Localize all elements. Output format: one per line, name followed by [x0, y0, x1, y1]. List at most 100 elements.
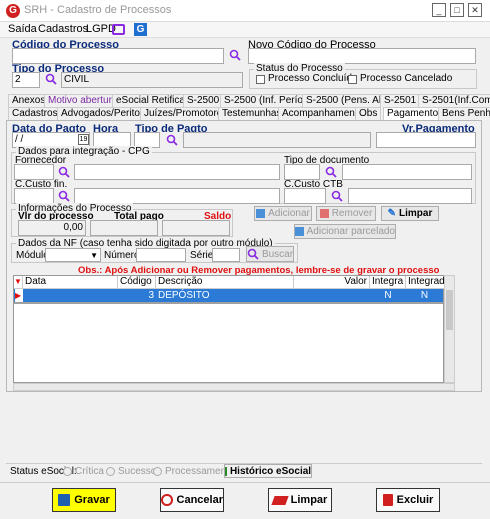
col-header-descricao[interactable]: Descrição: [156, 276, 294, 289]
historico-esocial-button[interactable]: Histórico eSocial: [224, 464, 312, 478]
radio-processamento[interactable]: [153, 467, 162, 476]
adicionar-parcelado-button[interactable]: Adicionar parcelado: [294, 224, 396, 239]
monitor-icon[interactable]: [112, 24, 125, 35]
gravar-button[interactable]: Gravar: [52, 488, 116, 512]
ccusto-ctb-desc-input[interactable]: [348, 188, 472, 204]
tab-bens-penh[interactable]: Bens Penh.: [438, 107, 490, 120]
cell-integrado-cpg: N: [420, 290, 429, 301]
radio-sucesso[interactable]: [106, 467, 115, 476]
limpar-small-button[interactable]: ✎ Limpar: [381, 206, 439, 221]
limpar-small-label: Limpar: [399, 208, 433, 219]
search-ccusto-ctb-icon[interactable]: [331, 190, 343, 202]
grid-vertical-scrollbar[interactable]: [444, 275, 455, 383]
tipo-documento-code-input[interactable]: [284, 164, 320, 180]
scroll-thumb[interactable]: [446, 290, 453, 330]
search-ccusto-fin-icon[interactable]: [58, 190, 70, 202]
historico-esocial-label: Histórico eSocial: [229, 465, 312, 477]
excluir-button[interactable]: Excluir: [376, 488, 440, 512]
window-title: SRH - Cadastro de Processos: [24, 4, 172, 16]
tab-esocial-retificar[interactable]: eSocial Retificar: [112, 94, 193, 107]
tab-cadastros[interactable]: Cadastros: [8, 107, 62, 120]
col-header-valor[interactable]: Valor: [294, 276, 370, 289]
buscar-button[interactable]: Buscar: [246, 246, 294, 262]
tipo-pagto-desc: [183, 132, 371, 148]
tab-s2501-compl[interactable]: S-2501(Inf.Compl): [418, 94, 490, 107]
ccusto-fin-code-input[interactable]: [14, 188, 54, 204]
minimize-button[interactable]: _: [432, 3, 446, 17]
limpar-label: Limpar: [290, 494, 328, 506]
grid-horizontal-scrollbar[interactable]: [13, 383, 455, 391]
limpar-button[interactable]: Limpar: [268, 488, 332, 512]
menu-cadastros[interactable]: Cadastros: [38, 23, 88, 35]
search-tipo-icon[interactable]: [45, 73, 57, 85]
fornecedor-desc-input[interactable]: [74, 164, 280, 180]
adicionar-button[interactable]: Adicionar: [254, 206, 312, 221]
calendar-icon[interactable]: 19: [78, 134, 89, 145]
numero-input[interactable]: [136, 248, 186, 262]
ccusto-ctb-code-input[interactable]: [284, 188, 326, 204]
vr-pagamento-input[interactable]: [376, 132, 476, 148]
tab-motivo-abertura[interactable]: Motivo abertura: [44, 94, 122, 107]
total-pago-value: [90, 220, 158, 236]
save-small-icon: [256, 209, 266, 218]
search-tipo-documento-icon[interactable]: [325, 166, 337, 178]
serie-input[interactable]: [212, 248, 240, 262]
tab-acompanhamento[interactable]: Acompanhamento: [278, 107, 368, 120]
processo-cancelado-checkbox[interactable]: [348, 75, 357, 84]
col-header-integrado-cpg[interactable]: Integrado CPG: [406, 276, 445, 289]
tipo-processo-desc: CIVIL: [61, 72, 243, 88]
chevron-down-icon: ▼: [90, 251, 98, 260]
tab-s2501[interactable]: S-2501: [380, 94, 421, 107]
cell-data: [26, 289, 114, 302]
saldo-value: [162, 220, 230, 236]
menu-saida[interactable]: Saída: [8, 23, 37, 35]
adicionar-parcelado-label: Adicionar parcelado: [306, 226, 395, 237]
tab-advogados[interactable]: Advogados/Peritos: [57, 107, 149, 120]
vlr-processo-value: 0,00: [18, 220, 86, 236]
tab-testemunhas[interactable]: Testemunhas: [218, 107, 286, 120]
modulo-select[interactable]: ▼: [45, 248, 101, 262]
ccusto-fin-desc-input[interactable]: [74, 188, 280, 204]
remover-label: Remover: [331, 208, 373, 219]
radio-critica-label: Crítica: [75, 466, 104, 477]
cancelar-button[interactable]: Cancelar: [160, 488, 224, 512]
eraser-icon: [271, 495, 289, 505]
col-header-codigo[interactable]: Código: [118, 276, 156, 289]
codigo-processo-input[interactable]: [12, 48, 224, 64]
tipo-documento-desc-input[interactable]: [342, 164, 472, 180]
radio-critica[interactable]: [63, 467, 72, 476]
grid-indicator-header: ▼: [14, 276, 23, 289]
app-shortcut-icon[interactable]: G: [134, 23, 147, 36]
sort-arrow-icon: ▼: [14, 277, 22, 286]
save-parcelado-icon: [295, 227, 304, 236]
col-header-integra[interactable]: Integra: [370, 276, 406, 289]
history-icon: [224, 466, 227, 476]
close-window-button[interactable]: ✕: [468, 3, 482, 17]
buscar-label: Buscar: [261, 248, 294, 260]
remover-button[interactable]: Remover: [316, 206, 376, 221]
save-icon: [58, 494, 71, 506]
pagamentos-grid[interactable]: ▼ Data Código Descrição Valor Integra In…: [13, 275, 445, 383]
fornecedor-code-input[interactable]: [14, 164, 54, 180]
processo-concluido-checkbox[interactable]: [256, 75, 265, 84]
tab-s2500[interactable]: S-2500: [183, 94, 224, 107]
serie-label: Série: [190, 250, 214, 261]
maximize-button[interactable]: □: [450, 3, 464, 17]
col-header-data[interactable]: Data: [23, 276, 118, 289]
menu-bar: Saída Cadastros LGPD G: [0, 22, 490, 38]
gravar-label: Gravar: [74, 494, 110, 506]
search-tipo-pagto-icon[interactable]: [166, 134, 178, 146]
adicionar-label: Adicionar: [268, 208, 310, 219]
tipo-processo-code-input[interactable]: 2: [12, 72, 40, 88]
search-buscar-icon: [247, 248, 259, 260]
search-fornecedor-icon[interactable]: [58, 166, 70, 178]
search-codigo-icon[interactable]: [229, 49, 241, 61]
radio-sucesso-label: Sucesso: [118, 466, 157, 477]
cell-codigo: 3: [148, 290, 154, 301]
cell-integra: N: [384, 290, 392, 301]
novo-codigo-input[interactable]: [248, 48, 476, 64]
table-row[interactable]: ▶ 3 DEPÓSITO N N: [14, 289, 443, 302]
cell-valor: [296, 289, 366, 302]
tab-obs[interactable]: Obs: [355, 107, 382, 120]
trash-small-icon: [319, 209, 329, 218]
